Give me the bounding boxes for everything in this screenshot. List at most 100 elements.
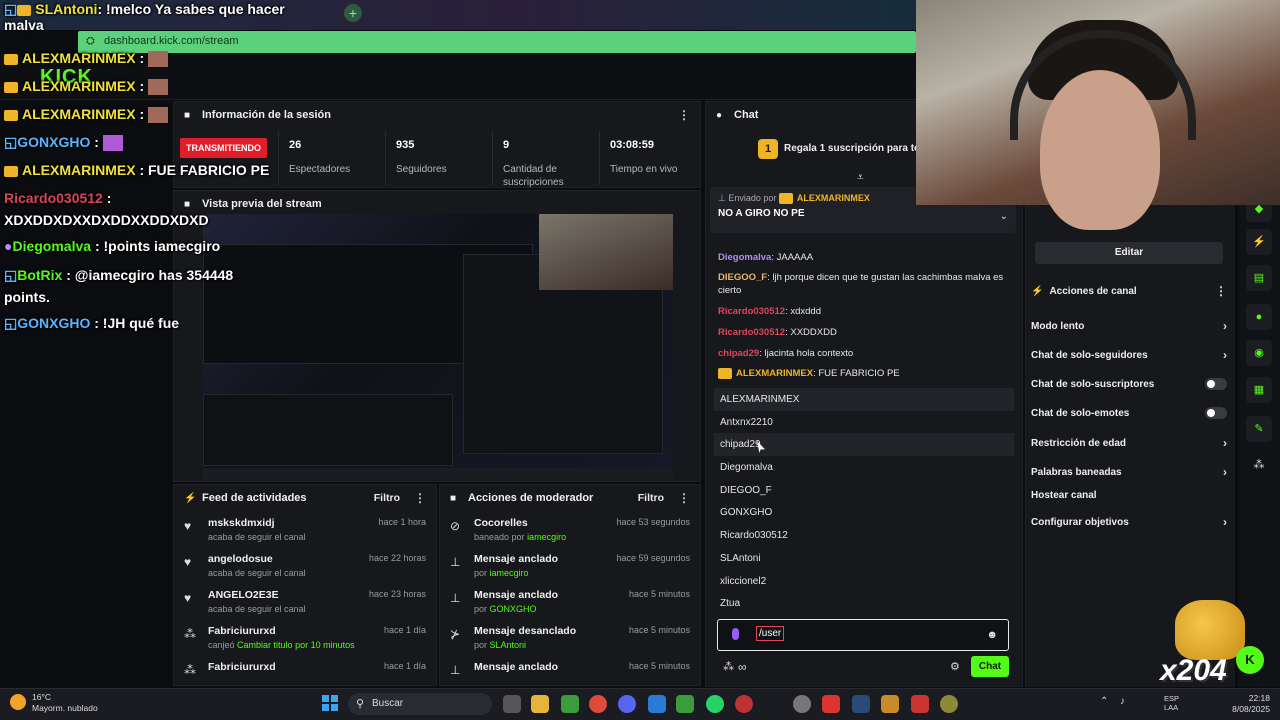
document-icon[interactable]: ▤ (1246, 265, 1272, 291)
emote-icon (102, 135, 123, 152)
stream-preview-video[interactable] (203, 214, 673, 480)
setting-goals[interactable]: Configurar objetivos › (1031, 515, 1227, 529)
whatsapp-icon[interactable] (706, 695, 724, 713)
wrench-icon[interactable]: ✎ (1246, 416, 1272, 442)
chat-message[interactable]: Ricardo030512: XXDDXDD (718, 326, 1014, 339)
site-info-icon[interactable]: ⛭ (86, 35, 95, 48)
suggestion-item[interactable]: ALEXMARINMEX (714, 388, 1014, 411)
app3-icon[interactable] (940, 695, 958, 713)
chevron-right-icon: › (1223, 319, 1227, 333)
windows-taskbar (0, 688, 1280, 720)
language-indicator[interactable]: ESP LAA (1164, 694, 1179, 712)
overlay-line: ALEXMARINMEX : FUE FABRICIO PE (4, 162, 269, 178)
weather-widget[interactable]: 16°C Mayorm. nublado (10, 692, 98, 714)
mod-filter-button[interactable]: Filtro (638, 492, 664, 504)
overlay-line: ALEXMARINMEX : (4, 106, 169, 124)
emotes-only-toggle[interactable] (1205, 407, 1227, 419)
suggestion-item[interactable]: xliccionel2 (714, 570, 1014, 593)
gear-icon[interactable]: ⚙ (950, 660, 960, 673)
points-icon: ⁂ (184, 627, 196, 641)
pin-icon: ⊥ (450, 663, 461, 677)
chat-message[interactable]: Diegomalva: JAAAAA (718, 251, 1014, 264)
kick-chat-bubble-icon: K (1236, 646, 1264, 674)
opera-icon[interactable] (735, 695, 753, 713)
volume-icon[interactable]: ♪ (1120, 696, 1125, 707)
task-view-icon[interactable] (503, 695, 521, 713)
crown-icon (778, 193, 793, 205)
suggestion-item[interactable]: SLAntoni (714, 547, 1014, 570)
points-icon[interactable]: ⁂ (1246, 452, 1272, 478)
feed-menu-icon[interactable]: ⋮ (414, 491, 426, 505)
emote-icon (148, 107, 169, 124)
discord-icon[interactable] (618, 695, 636, 713)
setting-age-restriction[interactable]: Restricción de edad › (1031, 436, 1227, 450)
list-item: ♥ angelodosue acaba de seguir el canal hace… (174, 547, 436, 583)
obs-icon[interactable] (911, 695, 929, 713)
bolt-icon[interactable]: ⚡ (1246, 229, 1272, 255)
app2-icon[interactable] (881, 695, 899, 713)
stat-subs: 9 Cantidad de suscripciones (492, 131, 597, 188)
stat-followers: 935 Seguidores (385, 131, 490, 185)
chevron-up-icon[interactable]: ⌃ (1100, 696, 1108, 707)
suggestion-item[interactable]: GONXGHO (714, 501, 1014, 524)
emoji-icon[interactable]: ☻ (986, 629, 998, 641)
chat-message[interactable]: ALEXMARINMEX: FUE FABRICIO PE (718, 367, 1014, 380)
overlay-line: ◱BotRix : @iamecgiro has 354448 points. (4, 267, 234, 305)
chat-message[interactable]: chipad29: ljacinta hola contexto (718, 347, 1014, 360)
chevron-down-icon[interactable]: ⌄ (1000, 211, 1008, 222)
send-chat-button[interactable]: Chat (971, 656, 1009, 677)
steam-icon[interactable] (852, 695, 870, 713)
session-menu-icon[interactable]: ⋮ (678, 108, 690, 122)
layout-icon[interactable]: ▦ (1246, 377, 1272, 403)
subs-only-toggle[interactable] (1205, 378, 1227, 390)
suggestion-item[interactable]: Ricardo030512 (714, 524, 1014, 547)
overlay-line: ◱GONXGHO : (4, 134, 123, 152)
xbox-icon[interactable] (561, 695, 579, 713)
store-icon[interactable] (648, 695, 666, 713)
unpin-icon: ⊁ (450, 627, 461, 641)
chat-input[interactable]: /user ☻ (717, 619, 1009, 651)
points-icon[interactable]: ⁂ (723, 660, 734, 673)
edit-button[interactable]: Editar (1035, 242, 1223, 264)
infinity-icon[interactable]: ∞ (738, 660, 747, 674)
overlay-line: ◱GONXGHO : !JH qué fue (4, 315, 180, 331)
pin-icon: ⊥ (450, 555, 461, 569)
recorder-icon[interactable] (822, 695, 840, 713)
game-icon[interactable] (676, 695, 694, 713)
chat-bubble-icon: ● (716, 109, 723, 121)
setting-banned-words[interactable]: Palabras baneadas › (1031, 465, 1227, 479)
setting-host-channel[interactable]: Hostear canal (1031, 490, 1227, 501)
list-item: ⁂ Fabriciururxd canjeó Cambiar titulo por … (174, 619, 436, 655)
windows-start-button[interactable] (322, 695, 338, 711)
chat-bubble-icon[interactable]: ● (1246, 304, 1272, 330)
setting-slow-mode[interactable]: Modo lento › (1031, 319, 1227, 333)
suggestion-item[interactable]: Diegomalva (714, 456, 1014, 479)
video-icon: ■ (184, 109, 191, 121)
live-badge: TRANSMITIENDO (180, 138, 267, 158)
mod-menu-icon[interactable]: ⋮ (678, 491, 690, 505)
taskbar-search[interactable]: ⚲ Buscar (348, 693, 492, 715)
list-item: ⊥ Mensaje anclado por GONXGHO hace 5 minuto… (440, 583, 700, 619)
broadcast-icon[interactable]: ◉ (1246, 340, 1272, 366)
chat-title: Chat (734, 109, 759, 121)
channel-menu-icon[interactable]: ⋮ (1215, 284, 1227, 298)
address-bar[interactable]: ⛭ dashboard.kick.com/stream (78, 31, 916, 53)
feed-filter-button[interactable]: Filtro (374, 492, 400, 504)
file-explorer-icon[interactable] (531, 695, 549, 713)
new-tab-button[interactable]: + (344, 4, 362, 22)
chat-message[interactable]: DIEGOO_F: ljh porque dicen que te gustan… (718, 271, 1014, 297)
app-icon[interactable] (793, 695, 811, 713)
search-icon: ⚲ (356, 698, 365, 710)
setting-followers-only[interactable]: Chat de solo-seguidores › (1031, 348, 1227, 362)
list-item: ♥ mskskdmxidj acaba de seguir el canal hace… (174, 511, 436, 547)
bolt-icon: ⚡ (1031, 285, 1044, 297)
system-clock[interactable]: 22:18 8/08/2025 (1216, 693, 1270, 715)
chrome-icon[interactable] (589, 695, 607, 713)
suggestion-item[interactable]: DIEGOO_F (714, 479, 1014, 502)
setting-emotes-only[interactable]: Chat de solo-emotes (1031, 407, 1227, 419)
setting-subs-only[interactable]: Chat de solo-suscriptores (1031, 378, 1227, 390)
suggestion-item[interactable]: Ztua (714, 592, 1014, 615)
suggestion-item[interactable]: Antxnx2210 (714, 411, 1014, 434)
collapse-icon[interactable]: ⩡ (857, 170, 864, 185)
chat-message[interactable]: Ricardo030512: xdxddd (718, 305, 1014, 318)
